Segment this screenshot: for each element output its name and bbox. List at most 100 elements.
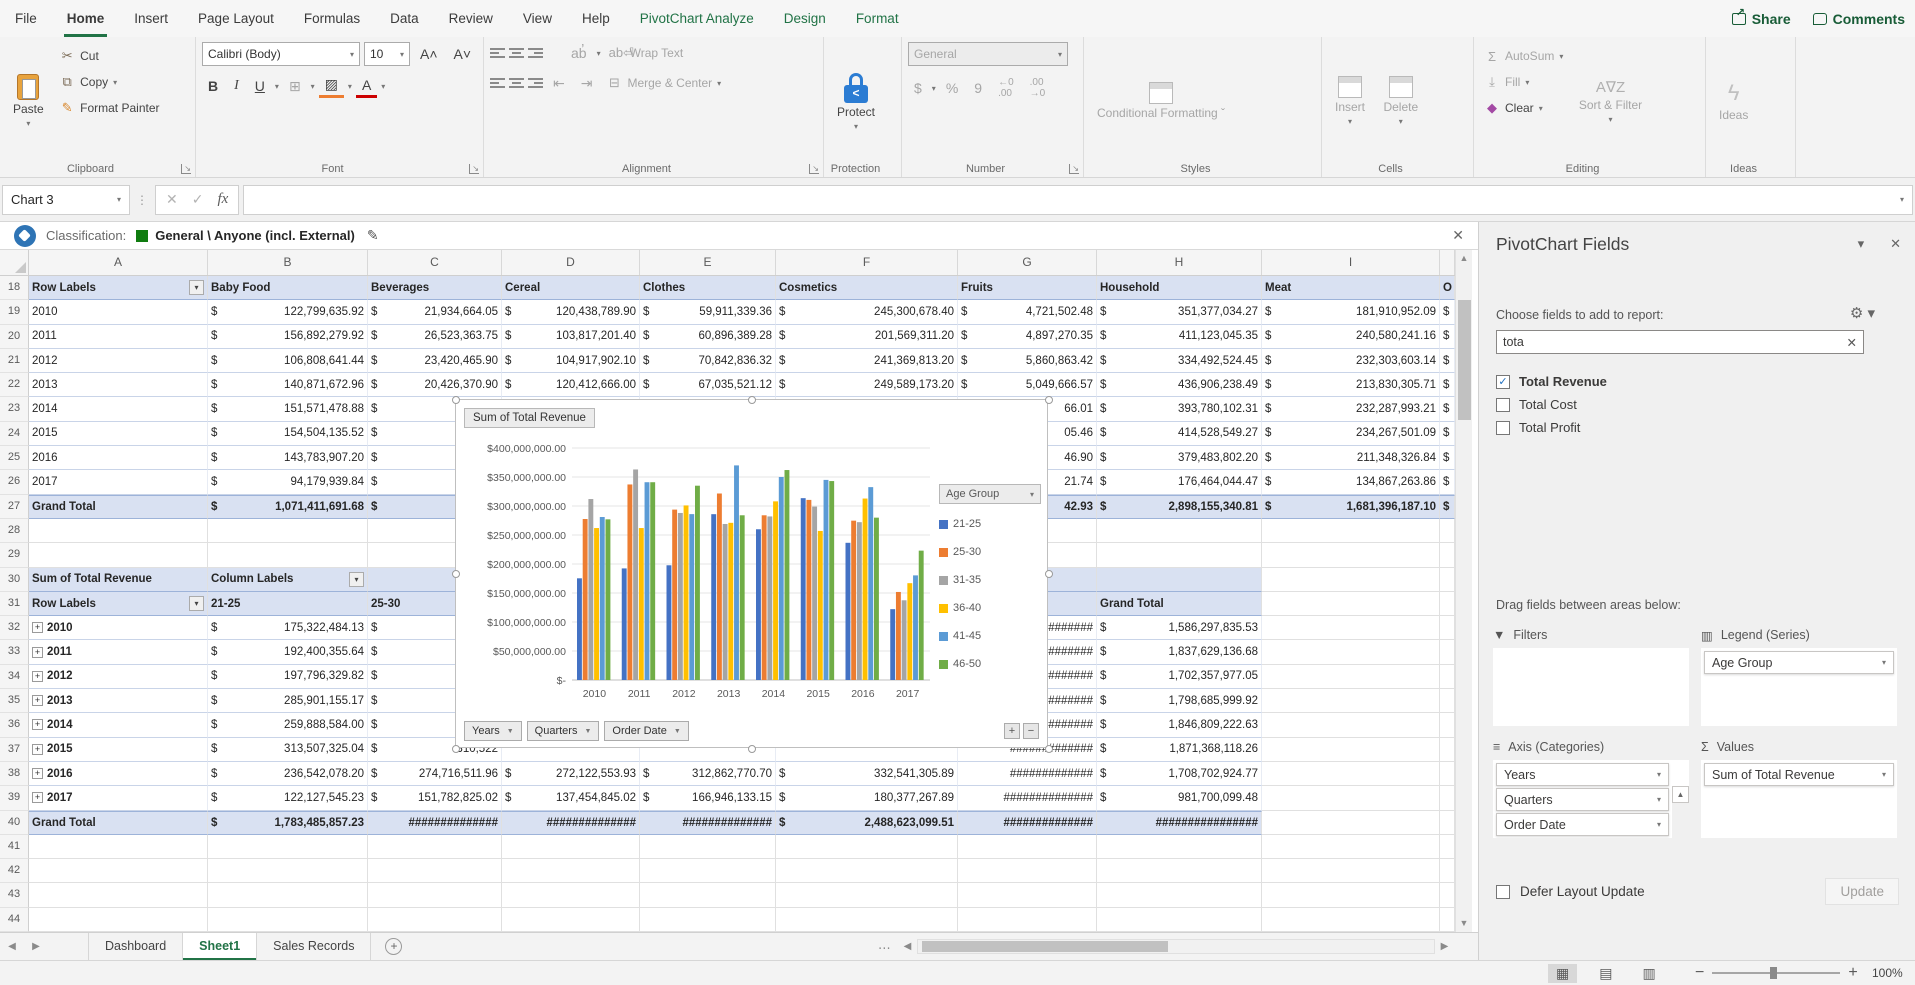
- row-header-42[interactable]: 42: [0, 859, 29, 883]
- tab-view[interactable]: View: [508, 0, 567, 37]
- cell[interactable]: $332,541,305.89: [776, 762, 958, 786]
- tab-data[interactable]: Data: [375, 0, 434, 37]
- cell[interactable]: [1262, 665, 1440, 689]
- filter-dropdown-icon[interactable]: ▾: [189, 596, 204, 611]
- cell[interactable]: $211,348,326.84: [1262, 446, 1440, 470]
- row-header-32[interactable]: 32: [0, 616, 29, 640]
- cell[interactable]: [1097, 883, 1262, 907]
- share-button[interactable]: Share: [1732, 11, 1791, 27]
- cell[interactable]: [1262, 543, 1440, 567]
- chart-selection-handle[interactable]: [1045, 396, 1053, 404]
- chart-selection-handle[interactable]: [1045, 745, 1053, 753]
- cell[interactable]: $1,702,357,977.05: [1097, 665, 1262, 689]
- tab-design[interactable]: Design: [769, 0, 841, 37]
- clear-button[interactable]: ◆Clear▾: [1480, 97, 1567, 119]
- cell[interactable]: $120,438,789.90: [502, 300, 640, 324]
- wrap-text-button[interactable]: ab⏎Wrap Text: [605, 42, 688, 64]
- row-header-33[interactable]: 33: [0, 640, 29, 664]
- merge-center-button[interactable]: ⊟Merge & Center▾: [602, 72, 725, 94]
- align-bottom-icon[interactable]: [528, 46, 543, 60]
- cancel-formula-icon[interactable]: ✕: [166, 191, 178, 208]
- row-header-40[interactable]: 40: [0, 811, 29, 835]
- field-search-input[interactable]: tota ✕: [1496, 330, 1864, 354]
- cell[interactable]: [1262, 762, 1440, 786]
- column-header-D[interactable]: D: [502, 250, 640, 275]
- enter-formula-icon[interactable]: ✓: [192, 191, 204, 208]
- cell[interactable]: $414,528,549.27: [1097, 422, 1262, 446]
- chart-field-button-years[interactable]: Years▼: [464, 721, 522, 741]
- cell[interactable]: $1,837,629,136.68: [1097, 640, 1262, 664]
- cell[interactable]: [640, 835, 776, 859]
- chart-collapse-icon[interactable]: −: [1023, 723, 1039, 739]
- align-middle-icon[interactable]: [509, 46, 524, 60]
- cell[interactable]: $: [1440, 446, 1455, 470]
- comma-button[interactable]: 9: [968, 78, 988, 98]
- row-header-41[interactable]: 41: [0, 835, 29, 859]
- field-item-total-revenue[interactable]: ✓Total Revenue: [1496, 370, 1876, 393]
- cell[interactable]: [208, 908, 368, 932]
- zoom-level[interactable]: 100%: [1872, 966, 1903, 980]
- cell[interactable]: $393,780,102.31: [1097, 397, 1262, 421]
- horizontal-scroll-thumb[interactable]: [922, 941, 1168, 952]
- cell[interactable]: [368, 859, 502, 883]
- cell[interactable]: Column Labels▾: [208, 568, 368, 592]
- cell[interactable]: [1097, 835, 1262, 859]
- cell[interactable]: [29, 519, 208, 543]
- row-header-28[interactable]: 28: [0, 519, 29, 543]
- area-item-quarters[interactable]: Quarters▾: [1496, 788, 1669, 811]
- cell[interactable]: $411,123,045.35: [1097, 325, 1262, 349]
- cell[interactable]: [1440, 689, 1455, 713]
- row-header-24[interactable]: 24: [0, 422, 29, 446]
- chart-selection-handle[interactable]: [748, 396, 756, 404]
- cell[interactable]: 2014: [29, 397, 208, 421]
- field-item-total-cost[interactable]: Total Cost: [1496, 393, 1876, 416]
- cell[interactable]: $1,871,368,118.26: [1097, 738, 1262, 762]
- orientation-button[interactable]: ab̓: [565, 43, 593, 63]
- cell[interactable]: 2012: [29, 349, 208, 373]
- cell[interactable]: $1,681,396,187.10: [1262, 495, 1440, 519]
- cell[interactable]: $981,700,099.48: [1097, 786, 1262, 810]
- cell[interactable]: $236,542,078.20: [208, 762, 368, 786]
- cell[interactable]: Meat: [1262, 276, 1440, 300]
- area-item-years[interactable]: Years▾: [1496, 763, 1669, 786]
- cell[interactable]: [1440, 713, 1455, 737]
- cell[interactable]: $1,783,485,857.23: [208, 811, 368, 835]
- paste-button[interactable]: Paste▾: [6, 42, 51, 159]
- tab-review[interactable]: Review: [434, 0, 508, 37]
- cell[interactable]: [1097, 568, 1262, 592]
- cell[interactable]: [1262, 616, 1440, 640]
- cell[interactable]: $140,871,672.96: [208, 373, 368, 397]
- cell[interactable]: [1440, 859, 1455, 883]
- row-header-44[interactable]: 44: [0, 908, 29, 932]
- cell[interactable]: Row Labels▾: [29, 276, 208, 300]
- cell[interactable]: $197,796,329.82: [208, 665, 368, 689]
- row-header-20[interactable]: 20: [0, 325, 29, 349]
- cell[interactable]: $23,420,465.90: [368, 349, 502, 373]
- name-box[interactable]: Chart 3▾: [2, 185, 130, 215]
- row-header-29[interactable]: 29: [0, 543, 29, 567]
- cell[interactable]: [502, 883, 640, 907]
- cell[interactable]: $67,035,521.12: [640, 373, 776, 397]
- cell[interactable]: 21-25: [208, 592, 368, 616]
- cell[interactable]: $103,817,201.40: [502, 325, 640, 349]
- row-header-36[interactable]: 36: [0, 713, 29, 737]
- cell[interactable]: 2010: [29, 300, 208, 324]
- cell[interactable]: [1440, 519, 1455, 543]
- cell[interactable]: [958, 908, 1097, 932]
- cell[interactable]: [1440, 543, 1455, 567]
- cell[interactable]: $240,580,241.16: [1262, 325, 1440, 349]
- cell[interactable]: $166,946,133.15: [640, 786, 776, 810]
- cell[interactable]: [1097, 519, 1262, 543]
- cell[interactable]: $70,842,836.32: [640, 349, 776, 373]
- column-header-B[interactable]: B: [208, 250, 368, 275]
- cell[interactable]: $21,934,664.05: [368, 300, 502, 324]
- cell[interactable]: $143,783,907.20: [208, 446, 368, 470]
- cell[interactable]: +2012: [29, 665, 208, 689]
- cell[interactable]: $134,867,263.86: [1262, 470, 1440, 494]
- cell[interactable]: [1440, 592, 1455, 616]
- cell[interactable]: [29, 908, 208, 932]
- cell[interactable]: $151,571,478.88: [208, 397, 368, 421]
- tab-page-layout[interactable]: Page Layout: [183, 0, 289, 37]
- cell[interactable]: $5,049,666.57: [958, 373, 1097, 397]
- axis-area-scrollbar[interactable]: ▲▼: [1672, 786, 1689, 838]
